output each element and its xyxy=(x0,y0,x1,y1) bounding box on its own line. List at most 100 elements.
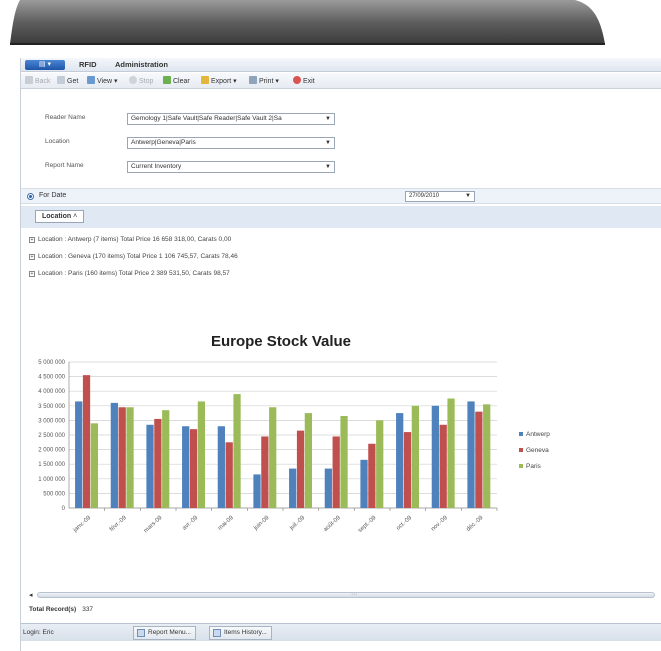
chevron-down-icon: ▼ xyxy=(325,164,331,170)
bar-paris-1 xyxy=(126,407,134,508)
stop-button[interactable]: Stop xyxy=(129,76,153,86)
bar-paris-10 xyxy=(447,398,455,508)
group-chip-location[interactable]: Location ˄ xyxy=(35,210,85,223)
chevron-down-icon: ▼ xyxy=(465,193,471,199)
report-name-value: Current Inventory xyxy=(131,163,182,170)
date-select[interactable]: 27/09/2010 ▼ xyxy=(405,191,475,202)
report-name-label: Report Name xyxy=(45,162,84,169)
report-name-select[interactable]: Current Inventory ▼ xyxy=(127,161,335,173)
chart-bars xyxy=(75,375,491,508)
bar-antwerp-6 xyxy=(289,468,297,508)
bar-geneva-4 xyxy=(225,442,233,508)
laptop-lid-decoration xyxy=(10,0,605,45)
x-tick-label: sept.-09 xyxy=(357,515,378,534)
y-tick-label: 5 000 000 xyxy=(38,360,65,366)
view-button[interactable]: View ▾ xyxy=(87,76,118,86)
legend-swatch xyxy=(519,448,523,452)
export-label: Export ▾ xyxy=(211,78,237,85)
bar-paris-6 xyxy=(304,413,313,508)
group-row-text: Location : Paris (160 items) Total Price… xyxy=(38,270,230,277)
menu-rfid[interactable]: RFID xyxy=(79,60,97,70)
bar-geneva-3 xyxy=(189,429,198,508)
back-button[interactable]: Back xyxy=(25,76,51,86)
for-date-label: For Date xyxy=(39,192,67,199)
group-row-text: Location : Antwerp (7 items) Total Price… xyxy=(38,236,232,243)
bar-antwerp-7 xyxy=(324,468,332,508)
back-label: Back xyxy=(35,78,51,85)
expand-icon[interactable]: + xyxy=(29,271,35,277)
reader-name-label: Reader Name xyxy=(45,114,86,121)
expand-icon[interactable]: + xyxy=(29,237,35,243)
x-tick-label: févr.-09 xyxy=(109,515,128,533)
print-button[interactable]: Print ▾ xyxy=(249,76,279,86)
bar-paris-0 xyxy=(90,423,99,508)
sort-icon: ˄ xyxy=(73,213,78,220)
bar-antwerp-9 xyxy=(396,413,404,508)
horizontal-scrollbar[interactable]: ◂ ⋯ xyxy=(29,590,657,600)
export-icon xyxy=(201,76,209,84)
group-row[interactable]: + Location : Paris (160 items) Total Pric… xyxy=(29,270,230,277)
scroll-left-icon[interactable]: ◂ xyxy=(29,591,33,599)
for-date-radio[interactable] xyxy=(27,193,34,200)
scroll-grip-icon[interactable]: ⋯ xyxy=(351,591,357,598)
chart-y-axis: 5 000 000 4 500 000 4 000 000 3 500 000 3 00… xyxy=(38,360,65,512)
records-label: Total Record(s) xyxy=(29,606,77,613)
bar-geneva-9 xyxy=(403,432,412,508)
reader-name-value: Gemology 1|Safe Vault|Safe Reader|Safe V… xyxy=(131,115,282,122)
stop-label: Stop xyxy=(139,78,154,85)
bar-paris-11 xyxy=(483,404,491,508)
menubar: ▤ ▾ RFID Administration xyxy=(21,58,661,72)
chevron-down-icon: ▼ xyxy=(325,140,331,146)
bar-geneva-10 xyxy=(439,424,447,508)
view-icon xyxy=(87,76,95,84)
x-tick-label: mars-09 xyxy=(143,515,164,535)
reader-name-select[interactable]: Gemology 1|Safe Vault|Safe Reader|Safe V… xyxy=(127,113,335,125)
group-by-panel: Location ˄ xyxy=(21,206,661,228)
x-tick-label: juin-09 xyxy=(252,515,271,533)
exit-icon xyxy=(293,76,301,84)
x-tick-label: déc.-09 xyxy=(466,515,485,533)
y-tick-label: 1 500 000 xyxy=(38,462,65,468)
legend-label: Paris xyxy=(526,463,542,470)
bar-paris-3 xyxy=(197,401,206,508)
bar-geneva-8 xyxy=(368,443,376,508)
export-button[interactable]: Export ▾ xyxy=(201,76,237,86)
location-value: Antwerp|Geneva|Paris xyxy=(131,139,196,146)
chart-title: Europe Stock Value xyxy=(211,333,351,350)
bar-paris-8 xyxy=(376,420,384,508)
bar-geneva-0 xyxy=(82,375,91,508)
bar-antwerp-2 xyxy=(146,424,154,508)
task-items-history[interactable]: Items History... xyxy=(209,626,272,640)
toolbar: Back Get View ▾ Stop Clear Export ▾ Prin… xyxy=(21,73,661,89)
get-button[interactable]: Get xyxy=(57,76,78,86)
window-icon xyxy=(137,629,145,637)
task-report-menu[interactable]: Report Menu... xyxy=(133,626,196,640)
y-tick-label: 4 500 000 xyxy=(38,375,65,381)
records-value: 337 xyxy=(82,606,94,613)
clear-button[interactable]: Clear xyxy=(163,76,190,86)
location-label: Location xyxy=(45,138,70,145)
application-menu-button[interactable]: ▤ ▾ xyxy=(25,60,65,70)
y-tick-label: 2 000 000 xyxy=(38,448,65,454)
scroll-track[interactable] xyxy=(37,592,655,598)
chart-x-axis: janv.-09 févr.-09 mars-09 avr.-09 mai-09 juin… xyxy=(72,508,498,535)
group-row[interactable]: + Location : Geneva (170 items) Total Pri… xyxy=(29,253,238,260)
clear-icon xyxy=(163,76,171,84)
group-chip-label: Location xyxy=(42,213,72,220)
date-value: 27/09/2010 xyxy=(409,193,440,199)
menu-administration[interactable]: Administration xyxy=(115,60,168,70)
x-tick-label: avr.-09 xyxy=(182,515,200,532)
get-icon xyxy=(57,76,65,84)
x-tick-label: nov.-09 xyxy=(430,515,449,533)
back-arrow-icon xyxy=(25,76,33,84)
expand-icon[interactable]: + xyxy=(29,254,35,260)
europe-stock-value-chart: Europe Stock Value 5 000 000 4 500 000 4 0… xyxy=(38,333,550,535)
location-select[interactable]: Antwerp|Geneva|Paris ▼ xyxy=(127,137,335,149)
y-tick-label: 2 500 000 xyxy=(38,433,65,439)
bar-geneva-1 xyxy=(118,407,126,508)
group-row[interactable]: + Location : Antwerp (7 items) Total Pric… xyxy=(29,236,231,243)
x-tick-label: juil.-09 xyxy=(288,515,306,532)
y-tick-label: 3 500 000 xyxy=(38,404,65,410)
exit-button[interactable]: Exit xyxy=(293,76,315,86)
exit-label: Exit xyxy=(303,78,315,85)
